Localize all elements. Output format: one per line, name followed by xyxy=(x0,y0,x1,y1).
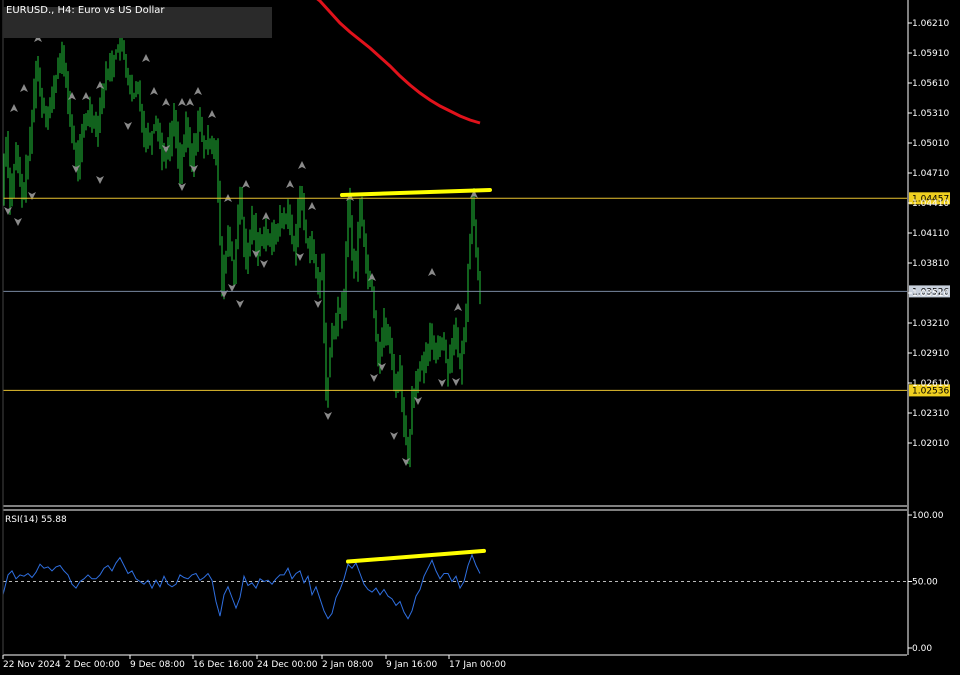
price-tick-label: 1.02310 xyxy=(912,409,949,419)
time-tick-label: 22 Nov 2024 xyxy=(3,660,61,670)
time-tick-label: 24 Dec 00:00 xyxy=(257,660,318,670)
chart-background xyxy=(0,0,960,675)
rsi-label: RSI(14) 55.88 xyxy=(5,515,67,525)
symbol-label: EURUSD., H4: Euro vs US Dollar xyxy=(6,5,165,16)
price-tick-label: 1.05310 xyxy=(912,109,949,119)
time-tick-label: 9 Dec 08:00 xyxy=(130,660,185,670)
price-tick-label: 1.03510 xyxy=(912,289,949,299)
price-tick-label: 1.02010 xyxy=(912,439,949,449)
price-tick-label: 1.05910 xyxy=(912,49,949,59)
rsi-tick-label: 0.00 xyxy=(912,644,932,654)
price-tick-label: 1.04710 xyxy=(912,169,949,179)
time-tick-label: 16 Dec 16:00 xyxy=(193,660,254,670)
price-tick-label: 1.04410 xyxy=(912,199,949,209)
time-tick-label: 2 Dec 00:00 xyxy=(65,660,120,670)
time-tick-label: 2 Jan 08:00 xyxy=(322,660,374,670)
price-tick-label: 1.05610 xyxy=(912,79,949,89)
price-tick-label: 1.05010 xyxy=(912,139,949,149)
rsi-tick-label: 100.00 xyxy=(912,511,944,521)
chart-canvas[interactable]: 1.044571.035261.02536 100.0050.000.00 1.… xyxy=(0,0,960,675)
price-tick-label: 1.02910 xyxy=(912,349,949,359)
rsi-tick-label: 50.00 xyxy=(912,578,938,588)
trading-chart[interactable]: 1.04457 1.03526 1.02536 100.00 50.00 0.00 1.… xyxy=(0,0,960,675)
price-tick-label: 1.03210 xyxy=(912,319,949,329)
price-tick-label: 1.06210 xyxy=(912,19,949,29)
price-tick-label: 1.04110 xyxy=(912,229,949,239)
time-tick-label: 17 Jan 00:00 xyxy=(449,660,506,670)
price-tick-label: 1.02610 xyxy=(912,379,949,389)
time-tick-label: 9 Jan 16:00 xyxy=(386,660,438,670)
price-tick-label: 1.03810 xyxy=(912,259,949,269)
